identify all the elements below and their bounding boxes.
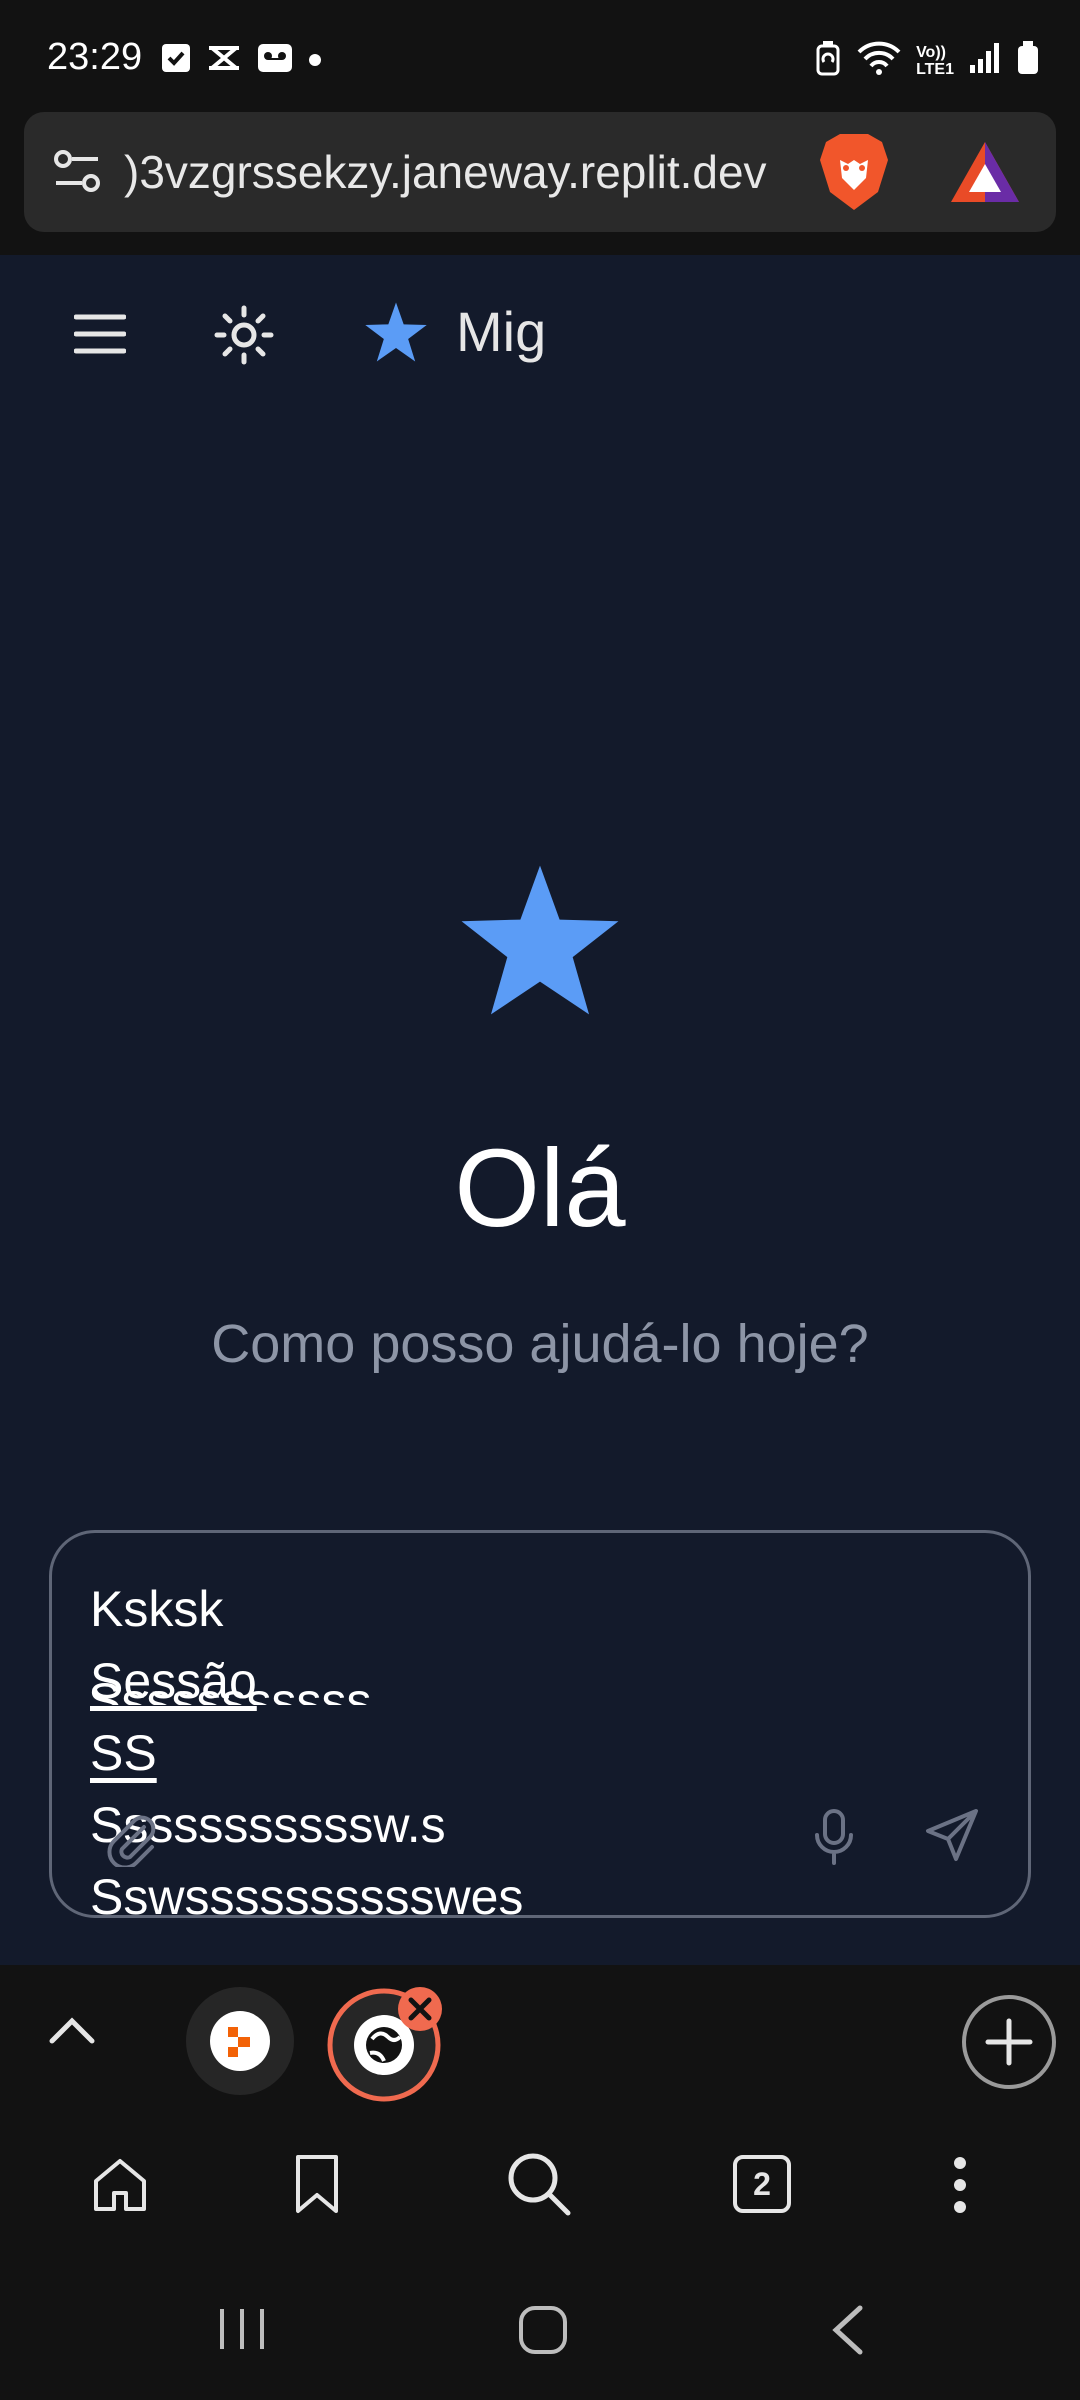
greeting-title: Olá (454, 1127, 626, 1250)
input-line: SS (90, 1725, 157, 1781)
tab-replit[interactable] (186, 1987, 294, 2100)
microphone-icon[interactable] (810, 1807, 858, 1872)
site-settings-icon[interactable] (50, 144, 104, 203)
tab-strip (0, 1965, 1080, 2115)
dot-icon (308, 42, 322, 79)
status-left-icons (160, 42, 322, 79)
battery-saver-icon (814, 40, 842, 81)
status-right-icons: Vo)) LTE1 (814, 40, 1040, 81)
volte-icon: Vo)) LTE1 (916, 44, 954, 78)
menu-icon[interactable] (73, 313, 127, 360)
signal-icon (968, 41, 1002, 80)
status-time: 23:29 (47, 36, 143, 78)
tabs-count-button[interactable]: 2 (733, 2155, 791, 2213)
bookmark-icon[interactable] (292, 2153, 342, 2220)
brave-shields-icon[interactable] (816, 130, 892, 219)
system-navigation-bar (0, 2255, 1080, 2400)
capcut-icon (206, 42, 242, 79)
attach-paperclip-icon[interactable] (104, 1813, 158, 1872)
app-title: Mig (456, 300, 547, 363)
brave-rewards-icon[interactable] (949, 140, 1021, 209)
recent-apps-icon[interactable] (218, 2307, 266, 2356)
checkbox-notification-icon (160, 42, 192, 79)
more-options-icon[interactable] (952, 2155, 968, 2220)
back-icon[interactable] (830, 2305, 864, 2360)
battery-icon (1016, 40, 1040, 81)
search-icon[interactable] (506, 2151, 572, 2222)
input-overflow-line: Sssssssssss (88, 1673, 372, 1705)
send-icon[interactable] (924, 1807, 980, 1868)
home-button-icon[interactable] (518, 2305, 568, 2360)
volte-label-bottom: LTE1 (916, 60, 954, 78)
input-line: Ksksk (90, 1581, 224, 1637)
home-icon[interactable] (90, 2155, 150, 2220)
status-bar: 23:29 Vo)) LTE1 (0, 0, 1080, 110)
wifi-icon (856, 40, 902, 81)
chevron-up-icon[interactable] (48, 2015, 96, 2050)
volte-label-top: Vo)) (916, 43, 946, 61)
voicemail-icon (256, 42, 294, 79)
theme-toggle-sun-icon[interactable] (214, 305, 274, 370)
close-tab-icon[interactable] (396, 1985, 444, 2038)
chat-input-box[interactable]: Ksksk Sessão SS Sssssssssssw.s Sswssssss… (49, 1530, 1031, 1918)
url-bar[interactable]: )3vzgrssekzy.janeway.replit.dev (24, 112, 1056, 232)
browser-toolbar: 2 (0, 2115, 1080, 2255)
logo-star-icon (364, 301, 428, 368)
greeting-subtitle: Como posso ajudá-lo hoje? (211, 1314, 869, 1374)
app-screen: Mig Olá Como posso ajudá-lo hoje? Ksksk … (0, 255, 1080, 1965)
hero-star-icon (458, 864, 622, 1021)
new-tab-plus-icon[interactable] (960, 1993, 1058, 2096)
url-text[interactable]: )3vzgrssekzy.janeway.replit.dev (124, 145, 824, 199)
